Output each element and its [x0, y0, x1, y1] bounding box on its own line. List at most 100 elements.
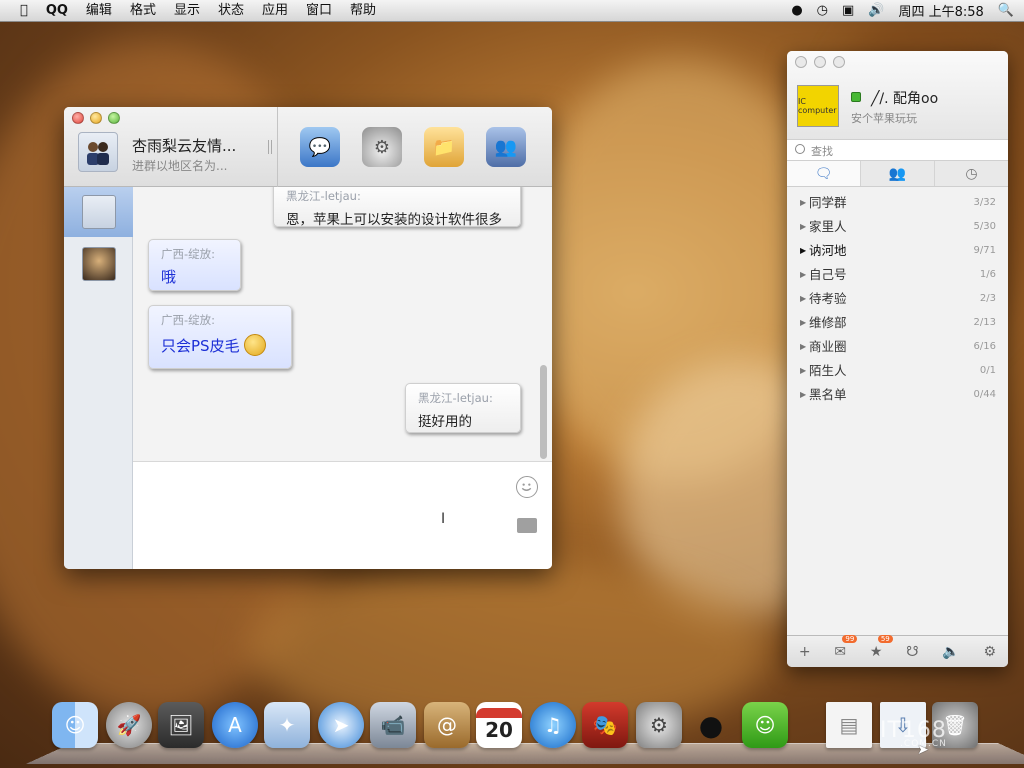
menu-help[interactable]: 帮助: [341, 0, 385, 22]
tab-sessions[interactable]: 🗨: [787, 161, 861, 186]
group-thumb-avatar[interactable]: [82, 195, 116, 229]
zoom-button[interactable]: [833, 56, 845, 68]
tab-recent[interactable]: ◷: [935, 161, 1008, 186]
member-thumb-avatar[interactable]: [82, 247, 116, 281]
photo-booth-icon[interactable]: 🎭: [582, 702, 628, 748]
launchpad-icon[interactable]: 🚀: [106, 702, 152, 748]
message-text: 挺好用的: [418, 414, 472, 430]
invite-chat-button[interactable]: 💬: [300, 127, 340, 167]
app-menu[interactable]: QQ: [37, 0, 77, 22]
calendar-day: 20: [485, 718, 513, 742]
message-sender: 广西-绽放:: [161, 313, 216, 327]
profile-header: IC computer ╱/. 配角oo 安个苹果玩玩: [787, 51, 1008, 139]
group-item[interactable]: ▶ 自己号 1/6: [787, 263, 1008, 287]
profile-signature[interactable]: 安个苹果玩玩: [851, 110, 917, 126]
pps-icon[interactable]: ☺: [742, 702, 788, 748]
disclosure-icon: ▶: [800, 222, 807, 231]
message-bubble[interactable]: 黑龙江-letjau: 恩，苹果上可以安装的设计软件很多: [273, 187, 521, 228]
finder-icon[interactable]: ☺: [52, 702, 98, 748]
people-icon: 👥: [494, 136, 518, 158]
emoticon-button[interactable]: [516, 476, 538, 498]
qq-status-icon[interactable]: ●: [791, 3, 802, 18]
search-icon: [795, 144, 805, 154]
group-item[interactable]: ▶ 同学群 3/32: [787, 191, 1008, 215]
share-files-button[interactable]: 📁: [424, 127, 464, 167]
mail-app-icon[interactable]: ✦: [264, 702, 310, 748]
menu-edit[interactable]: 编辑: [77, 0, 121, 22]
group-item[interactable]: ▶ 讷河地 9/71: [787, 239, 1008, 263]
mail-icon[interactable]: ✉ 99: [834, 634, 858, 660]
message-text: 哦: [161, 268, 177, 286]
add-icon[interactable]: +: [799, 644, 811, 660]
profile-nickname[interactable]: ╱/. 配角oo: [871, 88, 938, 108]
menu-view[interactable]: 显示: [165, 0, 209, 22]
apple-menu-icon[interactable]: : [0, 0, 37, 22]
toolbox-icon[interactable]: [517, 518, 537, 533]
safari-icon[interactable]: ➤: [318, 702, 364, 748]
contacts-icon: 👥: [888, 166, 907, 182]
star-icon[interactable]: ★ 59: [870, 634, 893, 660]
settings-gear-icon[interactable]: ⚙: [984, 644, 997, 660]
address-book-icon[interactable]: @: [424, 702, 470, 748]
group-avatar[interactable]: [78, 132, 118, 172]
spotlight-icon[interactable]: 🔍: [998, 3, 1014, 18]
message-sender: 黑龙江-letjau:: [418, 391, 493, 405]
menu-status[interactable]: 状态: [209, 0, 253, 22]
app-store-icon[interactable]: A: [212, 702, 258, 748]
panel-toolbar: + ✉ 99 ★ 59 ☋ 🔈 ⚙: [787, 634, 1008, 667]
contact-tabs: 🗨 👥 ◷: [787, 161, 1008, 187]
message-bubble[interactable]: 广西-绽放: 哦: [148, 239, 241, 291]
message-input[interactable]: [133, 461, 552, 569]
volume-icon[interactable]: 🔊: [868, 3, 884, 18]
close-button[interactable]: [72, 112, 84, 124]
profile-avatar[interactable]: IC computer: [797, 85, 839, 127]
chat-add-icon: 💬: [308, 136, 332, 158]
group-item[interactable]: ▶ 家里人 5/30: [787, 215, 1008, 239]
qzone-icon[interactable]: ☋: [906, 644, 918, 660]
group-members-button[interactable]: 👥: [486, 127, 526, 167]
menu-window[interactable]: 窗口: [297, 0, 341, 22]
clock-icon: ◷: [965, 166, 978, 182]
close-button[interactable]: [795, 56, 807, 68]
qq-penguin-icon[interactable]: ●: [688, 702, 734, 748]
group-item[interactable]: ▶ 商业圈 6/16: [787, 335, 1008, 359]
group-name: 杏雨梨云友情...: [132, 137, 237, 155]
sound-icon[interactable]: 🔈: [942, 644, 959, 660]
message-list[interactable]: 黑龙江-letjau: 恩，苹果上可以安装的设计软件很多 广西-绽放: 哦 广西…: [133, 187, 552, 461]
group-item[interactable]: ▶ 陌生人 0/1: [787, 359, 1008, 383]
system-preferences-icon[interactable]: ⚙: [636, 702, 682, 748]
group-item[interactable]: ▶ 待考验 2/3: [787, 287, 1008, 311]
minimize-button[interactable]: [814, 56, 826, 68]
smiley-icon: [521, 483, 532, 492]
split-handle[interactable]: [268, 140, 272, 154]
message-bubble[interactable]: 黑龙江-letjau: 挺好用的: [405, 383, 521, 433]
mouse-pointer-icon: ➤: [917, 742, 929, 758]
itunes-icon[interactable]: ♫: [530, 702, 576, 748]
facetime-icon[interactable]: 📹: [370, 702, 416, 748]
input-method-icon[interactable]: ▣: [842, 3, 854, 18]
zoom-button[interactable]: [108, 112, 120, 124]
menu-format[interactable]: 格式: [121, 0, 165, 22]
menu-apps[interactable]: 应用: [253, 0, 297, 22]
photo-browser-icon[interactable]: 🖼: [158, 702, 204, 748]
online-status-icon[interactable]: [851, 92, 861, 102]
minimize-button[interactable]: [90, 112, 102, 124]
tab-contacts[interactable]: 👥: [861, 161, 935, 186]
document-icon[interactable]: ▤: [826, 702, 872, 748]
emoji-icon: [243, 334, 266, 356]
message-sender: 广西-绽放:: [161, 247, 216, 261]
chat-bubble-icon: 🗨: [814, 166, 833, 182]
message-text: 只会PS皮毛: [161, 336, 240, 355]
message-bubble[interactable]: 广西-绽放: 只会PS皮毛: [148, 305, 292, 369]
contact-search-field[interactable]: 查找: [787, 139, 1008, 161]
time-machine-icon[interactable]: ◷: [817, 3, 828, 18]
chat-scrollbar[interactable]: [540, 365, 547, 459]
menubar-clock[interactable]: 周四 上午8:58: [898, 1, 983, 20]
disclosure-icon: ▶: [800, 198, 807, 207]
group-item[interactable]: ▶ 维修部 2/13: [787, 311, 1008, 335]
group-settings-button[interactable]: ⚙: [362, 127, 402, 167]
group-item[interactable]: ▶ 黑名单 0/44: [787, 383, 1008, 407]
chat-sidebar: [64, 187, 133, 569]
calendar-icon[interactable]: 20: [476, 702, 522, 748]
mail-badge: 99: [842, 634, 858, 643]
